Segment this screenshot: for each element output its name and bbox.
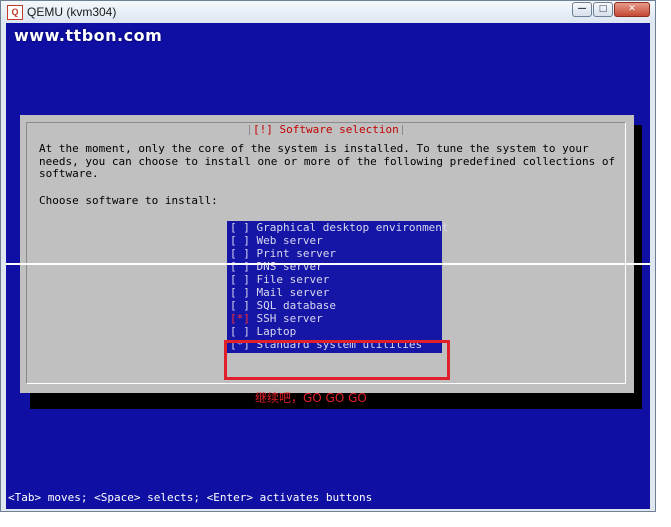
list-item[interactable]: [ ] SQL database <box>230 299 336 312</box>
maximize-button[interactable]: □ <box>593 2 613 17</box>
checkbox[interactable]: [ ] <box>230 299 250 312</box>
list-item-label: DNS server <box>256 260 323 273</box>
dialog-title: [!] Software selection <box>249 123 403 137</box>
intro-line: needs, you can choose to install one or … <box>39 154 616 168</box>
list-item-label: SQL database <box>256 299 336 312</box>
list-item[interactable]: [ ] Laptop <box>230 325 296 338</box>
list-item-label: Graphical desktop environment <box>256 221 449 234</box>
status-line: <Tab> moves; <Space> selects; <Enter> ac… <box>8 491 373 504</box>
watermark: www.ttbon.com <box>14 26 163 45</box>
list-item[interactable]: [ ] Web server <box>230 234 323 247</box>
checkbox[interactable]: [ ] <box>230 221 250 234</box>
qemu-app-icon[interactable]: Q <box>7 5 23 20</box>
checkbox[interactable]: [ ] <box>230 325 250 338</box>
intro-line: At the moment, only the core of the syst… <box>39 142 589 155</box>
continue-button[interactable]: <Continue> <box>537 391 603 404</box>
software-list[interactable]: [ ] Graphical desktop environment [ ] We… <box>227 221 449 353</box>
screen-artifact-line <box>6 263 650 265</box>
software-selection-dialog: [!] Software selection At the moment, on… <box>20 115 634 405</box>
intro-text: At the moment, only the core of the syst… <box>39 142 616 181</box>
list-item-label: Laptop <box>256 325 297 338</box>
checkbox[interactable]: [ ] <box>230 273 250 286</box>
minimize-button[interactable]: — <box>572 2 592 17</box>
go-back-button[interactable]: <Go Back> <box>67 391 127 404</box>
list-item-label: Print server <box>256 247 336 260</box>
annotation-highlight-box <box>224 340 450 380</box>
title-bar[interactable]: Q QEMU (kvm304) — □ ✕ <box>1 1 655 23</box>
list-item-label: SSH server <box>256 312 323 325</box>
list-item-label: File server <box>256 273 330 286</box>
list-item[interactable]: [*] SSH server <box>230 312 323 325</box>
close-button[interactable]: ✕ <box>614 2 650 17</box>
dialog-frame: [!] Software selection At the moment, on… <box>26 122 626 405</box>
list-item[interactable]: [ ] Graphical desktop environment <box>230 221 449 234</box>
list-item[interactable]: [ ] File server <box>230 273 329 286</box>
checkbox[interactable]: [ ] <box>230 247 250 260</box>
choose-software-prompt: Choose software to install: <box>39 194 218 207</box>
checkbox[interactable]: [*] <box>230 312 250 325</box>
list-item[interactable]: [ ] Mail server <box>230 286 329 299</box>
checkbox[interactable]: [ ] <box>230 260 250 273</box>
annotation-text: 继续吧，GO GO GO <box>255 391 367 405</box>
list-item[interactable]: [ ] Print server <box>230 247 336 260</box>
window-title: QEMU (kvm304) <box>27 5 117 19</box>
intro-line: software. <box>39 167 99 180</box>
list-item-label: Mail server <box>256 286 330 299</box>
emulator-screen[interactable]: www.ttbon.com [!] Software selection At … <box>6 23 650 509</box>
checkbox[interactable]: [ ] <box>230 286 250 299</box>
list-item[interactable]: [ ] DNS server <box>230 260 323 273</box>
qemu-window: Q QEMU (kvm304) — □ ✕ www.ttbon.com [!] … <box>0 0 656 512</box>
list-item-label: Web server <box>256 234 323 247</box>
checkbox[interactable]: [ ] <box>230 234 250 247</box>
